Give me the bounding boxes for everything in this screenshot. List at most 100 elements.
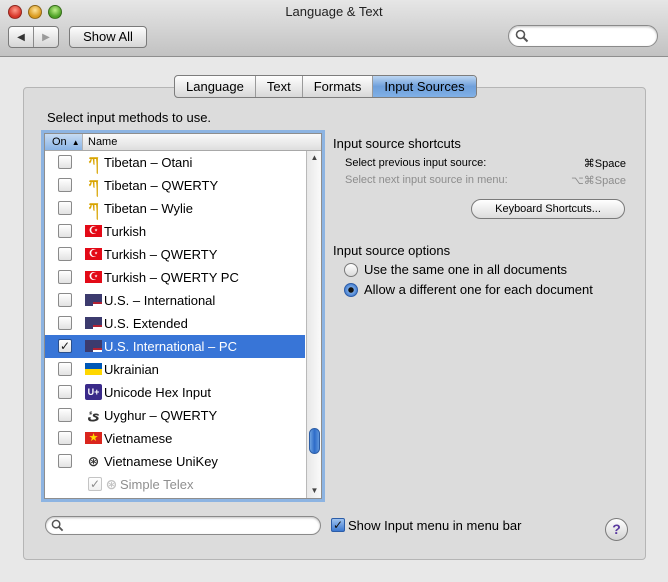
enable-checkbox[interactable] bbox=[58, 178, 72, 192]
input-source-name: Uyghur – QWERTY bbox=[104, 408, 218, 423]
input-source-name: Ukrainian bbox=[104, 362, 159, 377]
enable-checkbox[interactable] bbox=[58, 224, 72, 238]
table-row[interactable]: ཀ Tibetan – Otani bbox=[45, 151, 305, 174]
radio-different-label: Allow a different one for each document bbox=[364, 282, 593, 297]
show-all-button[interactable]: Show All bbox=[69, 26, 147, 48]
us-flag-icon bbox=[85, 317, 102, 329]
turkey-flag-icon: ☪ bbox=[85, 225, 102, 237]
input-sources-table: On ▲ Name ཀ Tibetan – Otani ཀ Tibetan – QWE… bbox=[44, 133, 322, 499]
telex-icon: ⊛ bbox=[105, 476, 118, 492]
instructions-label: Select input methods to use. bbox=[47, 110, 212, 125]
table-row[interactable]: U.S. Extended bbox=[45, 312, 305, 335]
input-source-search-field[interactable] bbox=[45, 516, 321, 535]
table-rows: ཀ Tibetan – Otani ཀ Tibetan – QWERTY ཀ Tibeta… bbox=[45, 151, 305, 498]
enable-checkbox[interactable] bbox=[58, 155, 72, 169]
next-source-shortcut[interactable]: ⌥⌘Space bbox=[571, 174, 626, 187]
ukraine-flag-icon bbox=[85, 363, 102, 375]
enable-checkbox[interactable]: ✓ bbox=[58, 339, 72, 353]
back-arrow-icon: ◀ bbox=[17, 31, 25, 43]
input-source-name: Tibetan – QWERTY bbox=[104, 178, 219, 193]
forward-button[interactable]: ▶ bbox=[34, 27, 58, 47]
radio-different-each-document[interactable] bbox=[344, 283, 358, 297]
forward-arrow-icon: ▶ bbox=[42, 31, 50, 43]
column-header-name[interactable]: Name bbox=[88, 134, 117, 150]
titlebar: Language & Text ◀ ▶ Show All bbox=[0, 0, 668, 57]
tab-language[interactable]: Language bbox=[175, 76, 256, 97]
enable-checkbox[interactable] bbox=[58, 270, 72, 284]
us-flag-icon bbox=[85, 340, 102, 352]
tibetan-glyph-icon: ཀ bbox=[88, 200, 99, 216]
table-row[interactable]: ཀ Tibetan – Wylie bbox=[45, 197, 305, 220]
column-on-label: On bbox=[52, 136, 67, 148]
enable-checkbox[interactable] bbox=[58, 247, 72, 261]
keyboard-shortcuts-button[interactable]: Keyboard Shortcuts... bbox=[471, 199, 625, 219]
vertical-scrollbar[interactable]: ▲ ▼ bbox=[306, 151, 321, 498]
turkey-flag-icon: ☪ bbox=[85, 248, 102, 260]
table-row[interactable]: Ukrainian bbox=[45, 358, 305, 381]
language-text-window: Language & Text ◀ ▶ Show All Language Te… bbox=[0, 0, 668, 582]
back-forward-control: ◀ ▶ bbox=[8, 26, 59, 48]
table-row[interactable]: U.S. – International bbox=[45, 289, 305, 312]
search-icon bbox=[515, 29, 529, 43]
radio-same-label: Use the same one in all documents bbox=[364, 262, 568, 277]
back-button[interactable]: ◀ bbox=[9, 27, 34, 47]
scrollbar-thumb[interactable] bbox=[309, 427, 320, 454]
input-source-name: Turkish bbox=[104, 224, 147, 239]
table-row[interactable]: U+ Unicode Hex Input bbox=[45, 381, 305, 404]
table-row[interactable]: ཀ Tibetan – QWERTY bbox=[45, 174, 305, 197]
radio-same-all-documents[interactable] bbox=[344, 263, 358, 277]
input-source-name: Vietnamese bbox=[104, 431, 173, 446]
enable-checkbox[interactable] bbox=[58, 408, 72, 422]
tibetan-glyph-icon: ཀ bbox=[88, 177, 99, 193]
input-source-name: U.S. International – PC bbox=[104, 339, 237, 354]
search-icon bbox=[51, 519, 64, 532]
prev-source-label: Select previous input source: bbox=[345, 157, 487, 169]
enable-checkbox: ✓ bbox=[88, 477, 102, 491]
enable-checkbox[interactable] bbox=[58, 362, 72, 376]
table-row[interactable]: ☪ Turkish – QWERTY bbox=[45, 243, 305, 266]
shortcuts-heading: Input source shortcuts bbox=[333, 136, 461, 151]
unikey-icon: ⊛ bbox=[87, 453, 100, 469]
enable-checkbox[interactable] bbox=[58, 293, 72, 307]
unicode-icon: U+ bbox=[85, 384, 102, 400]
enable-checkbox[interactable] bbox=[58, 454, 72, 468]
scroll-down-arrow-icon[interactable]: ▼ bbox=[307, 484, 322, 498]
show-input-menu-checkbox[interactable]: ✓ bbox=[331, 518, 345, 532]
table-row[interactable]: ★ Vietnamese bbox=[45, 427, 305, 450]
vietnam-flag-icon: ★ bbox=[85, 432, 102, 444]
table-row[interactable]: ئ Uyghur – QWERTY bbox=[45, 404, 305, 427]
enable-checkbox[interactable] bbox=[58, 431, 72, 445]
input-source-name: Tibetan – Wylie bbox=[104, 201, 193, 216]
scroll-up-arrow-icon[interactable]: ▲ bbox=[307, 151, 322, 165]
help-button[interactable]: ? bbox=[605, 518, 628, 541]
input-source-name: U.S. Extended bbox=[104, 316, 188, 331]
next-source-label: Select next input source in menu: bbox=[345, 174, 508, 186]
enable-checkbox[interactable] bbox=[58, 316, 72, 330]
table-row[interactable]: ☪ Turkish bbox=[45, 220, 305, 243]
table-header: On ▲ Name bbox=[45, 134, 321, 151]
table-row[interactable]: ✓ ⊛ Simple Telex bbox=[45, 473, 305, 496]
window-title: Language & Text bbox=[285, 4, 383, 19]
input-source-name: U.S. – International bbox=[104, 293, 216, 308]
options-heading: Input source options bbox=[333, 243, 451, 258]
table-row[interactable]: ☪ Turkish – QWERTY PC bbox=[45, 266, 305, 289]
column-header-on[interactable]: On ▲ bbox=[45, 134, 83, 150]
tab-bar: Language Text Formats Input Sources bbox=[174, 75, 477, 98]
input-source-name: Vietnamese UniKey bbox=[104, 454, 218, 469]
show-input-menu-label: Show Input menu in menu bar bbox=[348, 518, 522, 533]
prev-source-shortcut[interactable]: ⌘Space bbox=[584, 157, 626, 170]
tab-text[interactable]: Text bbox=[256, 76, 303, 97]
tab-formats[interactable]: Formats bbox=[303, 76, 374, 97]
table-row[interactable]: ⊛ Vietnamese UniKey bbox=[45, 450, 305, 473]
input-source-name: Tibetan – Otani bbox=[104, 155, 193, 170]
uyghur-glyph-icon: ئ bbox=[87, 407, 100, 423]
input-source-name: Turkish – QWERTY PC bbox=[104, 270, 239, 285]
enable-checkbox[interactable] bbox=[58, 385, 72, 399]
preferences-search-field[interactable] bbox=[508, 25, 658, 47]
input-source-name: Unicode Hex Input bbox=[104, 385, 211, 400]
tibetan-glyph-icon: ཀ bbox=[88, 154, 99, 170]
enable-checkbox[interactable] bbox=[58, 201, 72, 215]
turkey-flag-icon: ☪ bbox=[85, 271, 102, 283]
table-row[interactable]: ✓ U.S. International – PC bbox=[45, 335, 305, 358]
tab-input-sources[interactable]: Input Sources bbox=[373, 76, 476, 97]
